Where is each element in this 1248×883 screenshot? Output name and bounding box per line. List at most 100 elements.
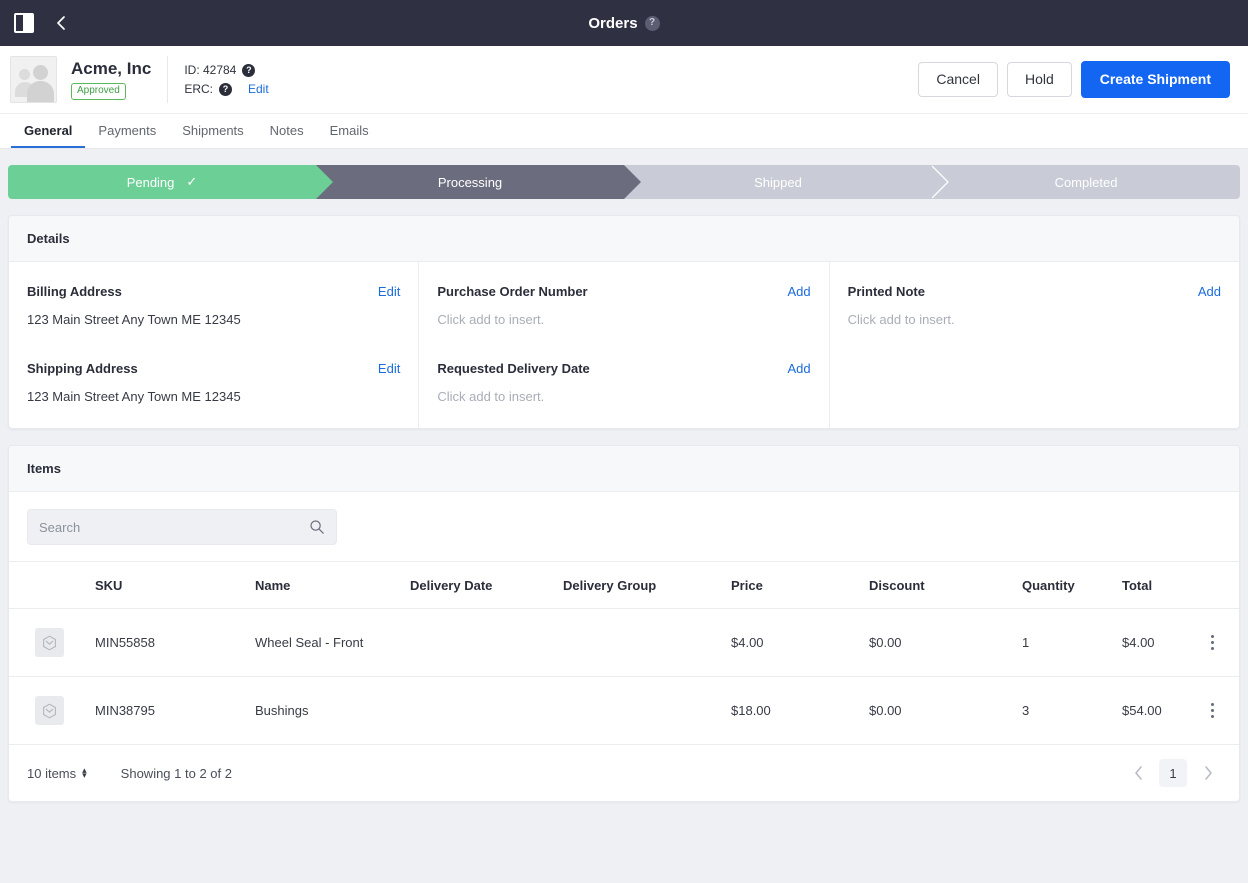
cell-actions xyxy=(1202,608,1239,677)
step-pending[interactable]: Pending ✓ xyxy=(8,165,333,199)
field-billing-address: Billing Address Edit 123 Main Street Any… xyxy=(27,284,400,327)
requested-delivery-date-add-link[interactable]: Add xyxy=(788,361,811,376)
field-requested-delivery-date: Requested Delivery Date Add Click add to… xyxy=(437,361,810,404)
billing-address-edit-link[interactable]: Edit xyxy=(378,284,400,299)
field-label: Billing Address xyxy=(27,284,122,299)
details-title: Details xyxy=(9,216,1239,262)
erc-edit-link[interactable]: Edit xyxy=(248,82,269,96)
items-table-footer: 10 items ▴ ▾ Showing 1 to 2 of 2 1 xyxy=(9,745,1239,801)
row-thumb-cell xyxy=(9,676,95,745)
chevron-left-icon xyxy=(57,16,65,30)
details-card: Details Billing Address Edit 123 Main St… xyxy=(8,215,1240,429)
pagination-prev-button[interactable] xyxy=(1125,760,1151,786)
purchase-order-number-add-link[interactable]: Add xyxy=(788,284,811,299)
field-value: 123 Main Street Any Town ME 12345 xyxy=(27,389,241,404)
kebab-menu-icon[interactable] xyxy=(1202,635,1222,650)
record-erc-label: ERC: xyxy=(184,82,213,96)
col-quantity: Quantity xyxy=(1022,562,1122,609)
help-circle-icon[interactable]: ? xyxy=(644,15,660,31)
col-delivery-date: Delivery Date xyxy=(410,562,563,609)
step-shipped[interactable]: Shipped xyxy=(624,165,949,199)
check-icon: ✓ xyxy=(186,174,198,189)
col-total: Total xyxy=(1122,562,1202,609)
cell-delivery-date xyxy=(410,676,563,745)
col-actions xyxy=(1202,562,1239,609)
pagination-next-button[interactable] xyxy=(1195,760,1221,786)
col-thumb xyxy=(9,562,95,609)
per-page-selector[interactable]: 10 items ▴ ▾ xyxy=(27,766,87,781)
items-title: Items xyxy=(9,446,1239,492)
tab-notes[interactable]: Notes xyxy=(257,114,317,148)
panel-toggle-icon[interactable] xyxy=(14,13,34,33)
kebab-menu-icon[interactable] xyxy=(1202,703,1222,718)
page-title: Orders xyxy=(588,14,638,32)
step-label: Completed xyxy=(1054,174,1118,190)
step-arrow-icon xyxy=(932,165,949,199)
package-icon xyxy=(35,628,64,657)
items-search-bar xyxy=(9,492,1239,562)
field-label: Purchase Order Number xyxy=(437,284,588,299)
chevron-left-icon xyxy=(1134,766,1142,780)
tab-bar: General Payments Shipments Notes Emails xyxy=(0,114,1248,149)
cell-name: Bushings xyxy=(255,676,410,745)
status-badge: Approved xyxy=(71,82,126,100)
cell-quantity: 3 xyxy=(1022,676,1122,745)
field-shipping-address: Shipping Address Edit 123 Main Street An… xyxy=(27,361,400,404)
cell-actions xyxy=(1202,676,1239,745)
cancel-button[interactable]: Cancel xyxy=(918,61,998,98)
details-column-order-info: Purchase Order Number Add Click add to i… xyxy=(418,262,828,428)
shipping-address-edit-link[interactable]: Edit xyxy=(378,361,400,376)
printed-note-add-link[interactable]: Add xyxy=(1198,284,1221,299)
step-arrow-icon xyxy=(316,165,333,199)
updown-arrows-icon: ▴ ▾ xyxy=(82,765,87,780)
record-header: Acme, Inc Approved ID: 42784 ? ERC: ? Ed… xyxy=(0,46,1248,114)
cell-delivery-group xyxy=(563,676,731,745)
id-help-icon[interactable]: ? xyxy=(242,63,256,77)
details-column-addresses: Billing Address Edit 123 Main Street Any… xyxy=(9,262,418,428)
order-status-stepper-wrap: Pending ✓ Processing Shipped Completed xyxy=(0,149,1248,199)
field-label: Requested Delivery Date xyxy=(437,361,590,376)
step-processing[interactable]: Processing xyxy=(316,165,641,199)
tab-shipments[interactable]: Shipments xyxy=(169,114,256,148)
items-table: SKU Name Delivery Date Delivery Group Pr… xyxy=(9,562,1239,745)
details-column-note: Printed Note Add Click add to insert. xyxy=(828,262,1239,428)
tab-payments[interactable]: Payments xyxy=(85,114,169,148)
erc-help-icon[interactable]: ? xyxy=(218,82,232,96)
field-value: 123 Main Street Any Town ME 12345 xyxy=(27,312,241,327)
record-erc-row: ERC: ? Edit xyxy=(184,82,268,96)
record-id-row: ID: 42784 ? xyxy=(184,63,268,77)
company-name: Acme, Inc xyxy=(71,59,152,79)
order-status-stepper: Pending ✓ Processing Shipped Completed xyxy=(8,165,1240,199)
items-card: Items SKU Name Delivery Date Delivery Gr… xyxy=(8,445,1240,802)
create-shipment-button[interactable]: Create Shipment xyxy=(1080,60,1230,99)
pagination: 1 xyxy=(1125,759,1221,787)
package-icon-glyph xyxy=(43,703,56,718)
back-button[interactable] xyxy=(52,14,70,32)
avatar xyxy=(10,56,57,103)
pagination-page-1[interactable]: 1 xyxy=(1159,759,1187,787)
cell-quantity: 1 xyxy=(1022,608,1122,677)
table-row[interactable]: MIN55858 Wheel Seal - Front $4.00 $0.00 … xyxy=(9,608,1239,677)
field-label: Printed Note xyxy=(847,284,925,299)
per-page-label: 10 items xyxy=(27,765,77,781)
search-box[interactable] xyxy=(27,509,337,545)
cell-price: $18.00 xyxy=(731,676,869,745)
cell-total: $54.00 xyxy=(1122,676,1202,745)
step-arrow-icon xyxy=(624,165,641,199)
record-id-label: ID: 42784 xyxy=(184,63,237,77)
header-actions: Cancel Hold Create Shipment xyxy=(918,60,1230,99)
search-input[interactable] xyxy=(39,519,309,535)
field-purchase-order-number: Purchase Order Number Add Click add to i… xyxy=(437,284,810,327)
col-discount: Discount xyxy=(869,562,1022,609)
cell-price: $4.00 xyxy=(731,608,869,677)
tab-general[interactable]: General xyxy=(11,114,86,148)
step-label: Pending xyxy=(126,174,175,190)
items-table-head: SKU Name Delivery Date Delivery Group Pr… xyxy=(9,562,1239,609)
package-icon-glyph xyxy=(43,635,56,650)
hold-button[interactable]: Hold xyxy=(1006,61,1072,98)
table-row[interactable]: MIN38795 Bushings $18.00 $0.00 3 $54.00 xyxy=(9,676,1239,745)
step-completed[interactable]: Completed xyxy=(932,165,1240,199)
search-icon[interactable] xyxy=(309,519,325,535)
cell-total: $4.00 xyxy=(1122,608,1202,677)
tab-emails[interactable]: Emails xyxy=(317,114,382,148)
